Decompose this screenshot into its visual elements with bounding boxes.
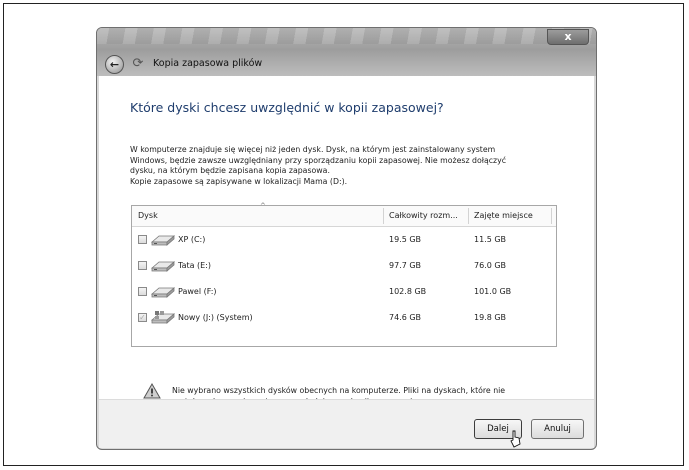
drive-name: XP (C:) [178,235,206,244]
description-line: Kopie zapasowe są zapisywane w lokalizac… [130,176,348,186]
total-size: 74.6 GB [389,313,422,322]
description-line: Windows, będzie zawsze uwzględniany przy… [130,155,507,165]
table-row[interactable]: ✓ Nowy (J:) (System) 74.6 GB 19.8 GB [132,305,556,331]
drive-icon [150,235,176,246]
description: W komputerze znajduje się więcej niż jed… [130,145,570,187]
total-size: 97.7 GB [389,261,422,270]
drive-name: Pawel (F:) [178,287,217,296]
back-button[interactable]: ← [105,55,124,74]
include-drive-checkbox[interactable] [138,261,147,270]
backup-wizard-window: x ← ⟳ Kopia zapasowa plików Które dyski … [96,27,597,450]
description-line: dysku, na którym będzie zapisana kopia z… [130,166,330,175]
window-title: Kopia zapasowa plików [153,58,263,69]
drive-icon [150,261,176,272]
page-heading: Które dyski chcesz uwzględnić w kopii za… [130,100,444,115]
table-row[interactable]: Tata (E:) 97.7 GB 76.0 GB [132,253,556,279]
table-row[interactable]: XP (C:) 19.5 GB 11.5 GB [132,227,556,253]
drive-icon [150,287,176,298]
system-drive-icon [150,311,176,324]
drive-name: Tata (E:) [178,261,212,270]
used-space: 101.0 GB [474,287,512,296]
drive-name: Nowy (J:) (System) [178,313,253,322]
description-line: W komputerze znajduje się więcej niż jed… [130,145,496,154]
table-header: Dysk ^ Całkowity rozm... Zajęte miejsce [132,202,556,227]
used-space: 19.8 GB [474,313,507,322]
pointer-cursor-icon [510,430,521,448]
title-bar: x ← ⟳ Kopia zapasowa plików [97,28,596,76]
include-drive-checkbox[interactable] [138,287,147,296]
cancel-button[interactable]: Anuluj [531,419,584,439]
used-space: 76.0 GB [474,261,507,270]
close-button[interactable]: x [547,29,589,45]
sort-arrow-icon: ^ [260,202,266,210]
button-bar: Dalej Anuluj [99,399,594,448]
column-header-total-size[interactable]: Całkowity rozm... [389,206,467,226]
backup-icon: ⟳ [132,56,144,71]
used-space: 11.5 GB [474,235,507,244]
warning-icon [143,383,161,399]
dialog-content: Które dyski chcesz uwzględnić w kopii za… [99,76,594,406]
include-drive-checkbox[interactable]: ✓ [138,313,147,322]
include-drive-checkbox[interactable] [138,235,147,244]
drive-table: Dysk ^ Całkowity rozm... Zajęte miejsce … [131,202,557,347]
table-row[interactable]: Pawel (F:) 102.8 GB 101.0 GB [132,279,556,305]
total-size: 19.5 GB [389,235,422,244]
warning-line: Nie wybrano wszystkich dysków obecnych n… [172,386,506,395]
column-header-used-space[interactable]: Zajęte miejsce [474,206,550,226]
total-size: 102.8 GB [389,287,427,296]
